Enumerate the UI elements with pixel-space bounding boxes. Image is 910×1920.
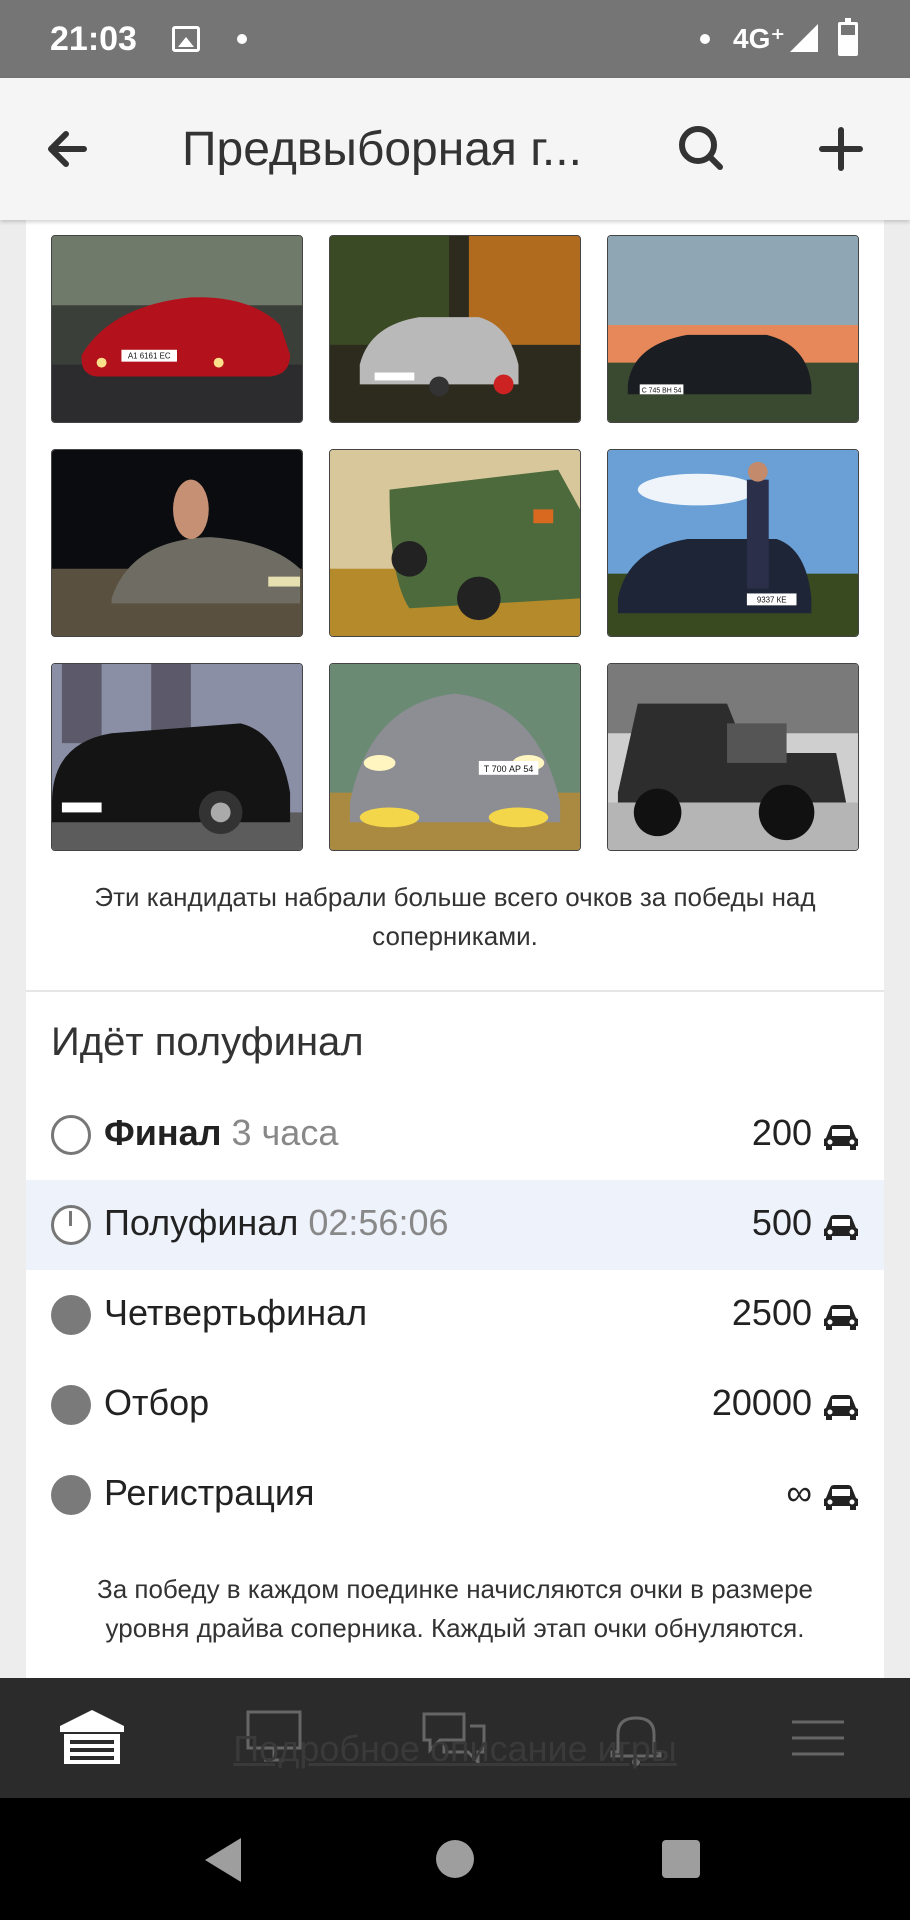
stage-count: 20000	[711, 1382, 812, 1423]
car-icon	[824, 1125, 858, 1150]
stage-name: Финал	[104, 1112, 222, 1153]
stage-name: Отбор	[104, 1382, 210, 1423]
content-card: А1 6161 ЕС С 745 ВН 54 9337 КЕ Т 700 АР …	[26, 220, 884, 1680]
car-icon	[824, 1215, 858, 1240]
stage-label: Отбор	[104, 1382, 209, 1424]
status-time: 21:03	[50, 20, 137, 58]
candidate-photo[interactable]: С 745 ВН 54	[607, 235, 859, 423]
candidate-photo[interactable]: Т 700 АР 54	[329, 663, 581, 851]
stage-label: Регистрация	[104, 1472, 314, 1514]
stage-name: Четвертьфинал	[104, 1292, 368, 1333]
network-type: 4G⁺	[733, 23, 786, 54]
license-plate: 9337 КЕ	[757, 595, 787, 604]
stage-status-open-icon	[51, 1115, 91, 1155]
page-title: Предвыборная г...	[182, 123, 582, 176]
back-button[interactable]	[36, 114, 106, 184]
system-recents-icon[interactable]	[662, 1840, 700, 1878]
clock-icon	[51, 1205, 91, 1245]
search-button[interactable]	[666, 114, 736, 184]
candidate-photo[interactable]	[607, 663, 859, 851]
status-bar: 21:03 4G⁺	[0, 0, 910, 78]
search-icon	[679, 126, 723, 170]
license-plate: А1 6161 ЕС	[128, 352, 171, 361]
stage-name: Полуфинал	[104, 1202, 299, 1243]
car-icon	[824, 1305, 858, 1330]
stage-label: Финал 3 часа	[104, 1112, 338, 1154]
stage-row-registration[interactable]: Регистрация ∞	[26, 1450, 884, 1540]
stage-label: Четвертьфинал	[104, 1292, 367, 1334]
stage-status-done-icon	[51, 1475, 91, 1515]
system-back-icon[interactable]	[205, 1838, 241, 1882]
stage-row-final[interactable]: Финал 3 часа 200	[26, 1090, 884, 1180]
dot-icon	[700, 34, 710, 44]
stage-count: 200	[751, 1112, 812, 1153]
stage-count: ∞	[786, 1472, 812, 1513]
candidate-photo[interactable]	[51, 449, 303, 637]
candidate-photo[interactable]: 9337 КЕ	[607, 449, 859, 637]
top-candidates-caption: Эти кандидаты набрали больше всего очков…	[94, 882, 816, 951]
stage-status-done-icon	[51, 1385, 91, 1425]
signal-icon	[790, 24, 818, 52]
candidate-photo[interactable]: А1 6161 ЕС	[51, 235, 303, 423]
system-home-icon[interactable]	[436, 1840, 474, 1878]
system-navigation	[0, 1798, 910, 1920]
stage-label: Полуфинал 02:56:06	[104, 1202, 449, 1244]
stage-row-semifinal[interactable]: Полуфинал 02:56:06 500	[26, 1180, 884, 1270]
stage-timer: 02:56:06	[308, 1202, 449, 1243]
stage-count: 2500	[731, 1292, 812, 1333]
section-title: Идёт полуфинал	[51, 1020, 364, 1064]
license-plate: Т 700 АР 54	[484, 764, 534, 774]
image-icon	[172, 26, 200, 52]
add-button[interactable]	[806, 114, 876, 184]
battery-icon	[838, 18, 858, 56]
candidate-photo[interactable]	[51, 663, 303, 851]
arrow-left-icon	[48, 131, 87, 167]
stage-time: 3 часа	[231, 1112, 339, 1153]
stage-row-selection[interactable]: Отбор 20000	[26, 1360, 884, 1450]
stage-count: 500	[751, 1202, 812, 1243]
stage-status-done-icon	[51, 1295, 91, 1335]
divider	[26, 990, 884, 992]
game-description-link[interactable]: Подробное описание игры	[0, 1728, 910, 1770]
scoring-footnote: За победу в каждом поединке начисляются …	[96, 1574, 813, 1643]
candidate-photo[interactable]	[329, 449, 581, 637]
plus-icon	[819, 127, 863, 171]
car-icon	[824, 1395, 858, 1420]
car-icon	[824, 1485, 858, 1510]
stage-row-quarterfinal[interactable]: Четвертьфинал 2500	[26, 1270, 884, 1360]
license-plate: С 745 ВН 54	[642, 387, 682, 394]
app-toolbar: Предвыборная г...	[0, 78, 910, 220]
stage-name: Регистрация	[104, 1472, 315, 1513]
dot-icon	[237, 34, 247, 44]
candidate-photo[interactable]	[329, 235, 581, 423]
